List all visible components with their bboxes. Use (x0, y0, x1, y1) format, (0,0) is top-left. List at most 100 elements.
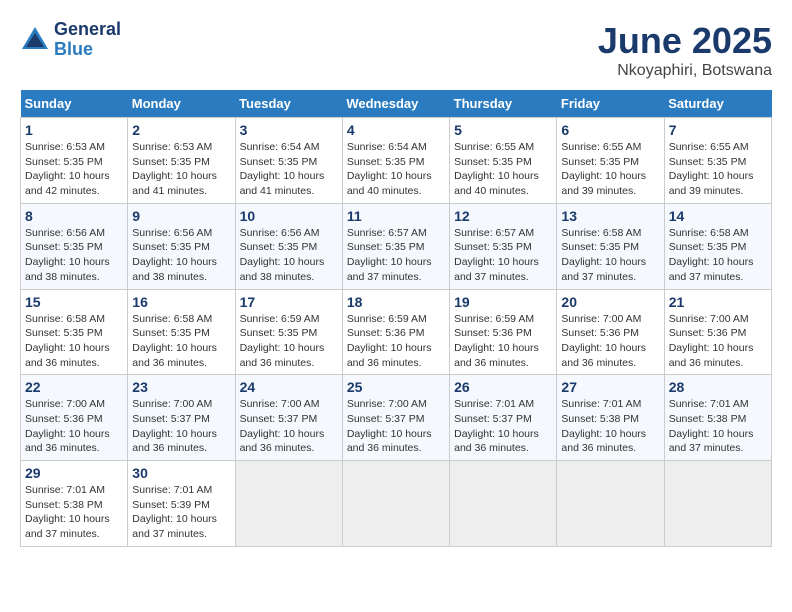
calendar-cell: 6 Sunrise: 6:55 AMSunset: 5:35 PMDaylight… (557, 118, 664, 204)
header-tuesday: Tuesday (235, 90, 342, 118)
day-info: Sunrise: 6:56 AMSunset: 5:35 PMDaylight:… (132, 226, 230, 285)
calendar-cell: 8Sunrise: 6:56 AMSunset: 5:35 PMDaylight… (21, 203, 128, 289)
day-number: 15 (25, 294, 123, 310)
day-info: Sunrise: 6:59 AMSunset: 5:36 PMDaylight:… (347, 312, 445, 371)
day-info: Sunrise: 6:58 AMSunset: 5:35 PMDaylight:… (669, 226, 767, 285)
day-info: Sunrise: 6:55 AMSunset: 5:35 PMDaylight:… (561, 140, 659, 199)
logo-line1: General (54, 20, 121, 40)
day-number: 13 (561, 208, 659, 224)
day-number: 26 (454, 379, 552, 395)
day-info: Sunrise: 6:58 AMSunset: 5:35 PMDaylight:… (25, 312, 123, 371)
day-number: 9 (132, 208, 230, 224)
day-info: Sunrise: 6:55 AMSunset: 5:35 PMDaylight:… (454, 140, 552, 199)
logo-text: General Blue (54, 20, 121, 60)
day-info: Sunrise: 7:01 AMSunset: 5:38 PMDaylight:… (669, 397, 767, 456)
calendar-cell: 30Sunrise: 7:01 AMSunset: 5:39 PMDayligh… (128, 461, 235, 547)
calendar-cell: 21 Sunrise: 7:00 AMSunset: 5:36 PMDayligh… (664, 289, 771, 375)
calendar-cell: 28 Sunrise: 7:01 AMSunset: 5:38 PMDayligh… (664, 375, 771, 461)
header-thursday: Thursday (450, 90, 557, 118)
header-monday: Monday (128, 90, 235, 118)
calendar-cell: 23 Sunrise: 7:00 AMSunset: 5:37 PMDayligh… (128, 375, 235, 461)
calendar-week-row: 8Sunrise: 6:56 AMSunset: 5:35 PMDaylight… (21, 203, 772, 289)
day-info: Sunrise: 7:00 AMSunset: 5:36 PMDaylight:… (25, 397, 123, 456)
day-number: 21 (669, 294, 767, 310)
day-info: Sunrise: 7:01 AMSunset: 5:37 PMDaylight:… (454, 397, 552, 456)
calendar-cell: 2Sunrise: 6:53 AMSunset: 5:35 PMDaylight… (128, 118, 235, 204)
logo-line2: Blue (54, 40, 121, 60)
day-info: Sunrise: 7:00 AMSunset: 5:36 PMDaylight:… (669, 312, 767, 371)
day-info: Sunrise: 6:58 AMSunset: 5:35 PMDaylight:… (561, 226, 659, 285)
day-number: 20 (561, 294, 659, 310)
calendar-cell: 29 Sunrise: 7:01 AMSunset: 5:38 PMDayligh… (21, 461, 128, 547)
day-number: 11 (347, 208, 445, 224)
calendar-cell: 13 Sunrise: 6:58 AMSunset: 5:35 PMDayligh… (557, 203, 664, 289)
day-info: Sunrise: 7:00 AMSunset: 5:36 PMDaylight:… (561, 312, 659, 371)
calendar-cell: 15 Sunrise: 6:58 AMSunset: 5:35 PMDayligh… (21, 289, 128, 375)
day-number: 18 (347, 294, 445, 310)
day-number: 3 (240, 122, 338, 138)
calendar-cell: 11 Sunrise: 6:57 AMSunset: 5:35 PMDayligh… (342, 203, 449, 289)
day-info: Sunrise: 6:56 AMSunset: 5:35 PMDaylight:… (25, 226, 123, 285)
day-info: Sunrise: 6:55 AMSunset: 5:35 PMDaylight:… (669, 140, 767, 199)
calendar-cell (664, 461, 771, 547)
calendar-week-row: 1 Sunrise: 6:53 AMSunset: 5:35 PMDaylight… (21, 118, 772, 204)
day-info: Sunrise: 6:58 AMSunset: 5:35 PMDaylight:… (132, 312, 230, 371)
calendar-week-row: 15 Sunrise: 6:58 AMSunset: 5:35 PMDayligh… (21, 289, 772, 375)
day-info: Sunrise: 6:59 AMSunset: 5:35 PMDaylight:… (240, 312, 338, 371)
calendar-cell: 18 Sunrise: 6:59 AMSunset: 5:36 PMDayligh… (342, 289, 449, 375)
calendar-cell: 1Sunrise: 6:53 AMSunset: 5:35 PMDaylight… (21, 118, 128, 204)
calendar-cell: 26 Sunrise: 7:01 AMSunset: 5:37 PMDayligh… (450, 375, 557, 461)
calendar-cell: 16 Sunrise: 6:58 AMSunset: 5:35 PMDayligh… (128, 289, 235, 375)
calendar-cell: 4Sunrise: 6:54 AMSunset: 5:35 PMDaylight… (342, 118, 449, 204)
location: Nkoyaphiri, Botswana (598, 62, 772, 80)
logo: General Blue (20, 20, 121, 60)
calendar-cell: 19Sunrise: 6:59 AMSunset: 5:36 PMDayligh… (450, 289, 557, 375)
calendar-cell: 7 Sunrise: 6:55 AMSunset: 5:35 PMDaylight… (664, 118, 771, 204)
logo-icon (20, 25, 50, 55)
day-info: Sunrise: 7:01 AMSunset: 5:39 PMDaylight:… (132, 483, 230, 542)
weekday-header-row: Sunday Monday Tuesday Wednesday Thursday… (21, 90, 772, 118)
day-number: 27 (561, 379, 659, 395)
calendar-week-row: 29 Sunrise: 7:01 AMSunset: 5:38 PMDayligh… (21, 461, 772, 547)
day-info: Sunrise: 7:01 AMSunset: 5:38 PMDaylight:… (561, 397, 659, 456)
day-info: Sunrise: 6:56 AMSunset: 5:35 PMDaylight:… (240, 226, 338, 285)
calendar-cell: 3Sunrise: 6:54 AMSunset: 5:35 PMDaylight… (235, 118, 342, 204)
calendar-cell: 17Sunrise: 6:59 AMSunset: 5:35 PMDayligh… (235, 289, 342, 375)
calendar-cell (557, 461, 664, 547)
day-number: 24 (240, 379, 338, 395)
day-info: Sunrise: 6:57 AMSunset: 5:35 PMDaylight:… (347, 226, 445, 285)
day-number: 19 (454, 294, 552, 310)
day-info: Sunrise: 7:00 AMSunset: 5:37 PMDaylight:… (347, 397, 445, 456)
calendar-cell: 20 Sunrise: 7:00 AMSunset: 5:36 PMDayligh… (557, 289, 664, 375)
calendar-table: Sunday Monday Tuesday Wednesday Thursday… (20, 90, 772, 547)
day-info: Sunrise: 7:00 AMSunset: 5:37 PMDaylight:… (240, 397, 338, 456)
calendar-cell (235, 461, 342, 547)
day-info: Sunrise: 7:01 AMSunset: 5:38 PMDaylight:… (25, 483, 123, 542)
day-info: Sunrise: 6:53 AMSunset: 5:35 PMDaylight:… (132, 140, 230, 199)
title-area: June 2025 Nkoyaphiri, Botswana (598, 20, 772, 80)
header-saturday: Saturday (664, 90, 771, 118)
day-number: 29 (25, 465, 123, 481)
day-number: 28 (669, 379, 767, 395)
day-number: 6 (561, 122, 659, 138)
calendar-week-row: 22Sunrise: 7:00 AMSunset: 5:36 PMDayligh… (21, 375, 772, 461)
header-sunday: Sunday (21, 90, 128, 118)
day-info: Sunrise: 6:54 AMSunset: 5:35 PMDaylight:… (347, 140, 445, 199)
calendar-cell: 27 Sunrise: 7:01 AMSunset: 5:38 PMDayligh… (557, 375, 664, 461)
day-number: 10 (240, 208, 338, 224)
day-number: 16 (132, 294, 230, 310)
day-number: 23 (132, 379, 230, 395)
header-friday: Friday (557, 90, 664, 118)
calendar-cell (450, 461, 557, 547)
calendar-cell: 24 Sunrise: 7:00 AMSunset: 5:37 PMDayligh… (235, 375, 342, 461)
calendar-cell: 5Sunrise: 6:55 AMSunset: 5:35 PMDaylight… (450, 118, 557, 204)
day-number: 7 (669, 122, 767, 138)
day-number: 12 (454, 208, 552, 224)
calendar-cell: 14 Sunrise: 6:58 AMSunset: 5:35 PMDayligh… (664, 203, 771, 289)
calendar-cell: 25Sunrise: 7:00 AMSunset: 5:37 PMDayligh… (342, 375, 449, 461)
day-number: 1 (25, 122, 123, 138)
page-header: General Blue June 2025 Nkoyaphiri, Botsw… (20, 20, 772, 80)
calendar-cell: 10 Sunrise: 6:56 AMSunset: 5:35 PMDayligh… (235, 203, 342, 289)
day-number: 14 (669, 208, 767, 224)
day-info: Sunrise: 7:00 AMSunset: 5:37 PMDaylight:… (132, 397, 230, 456)
